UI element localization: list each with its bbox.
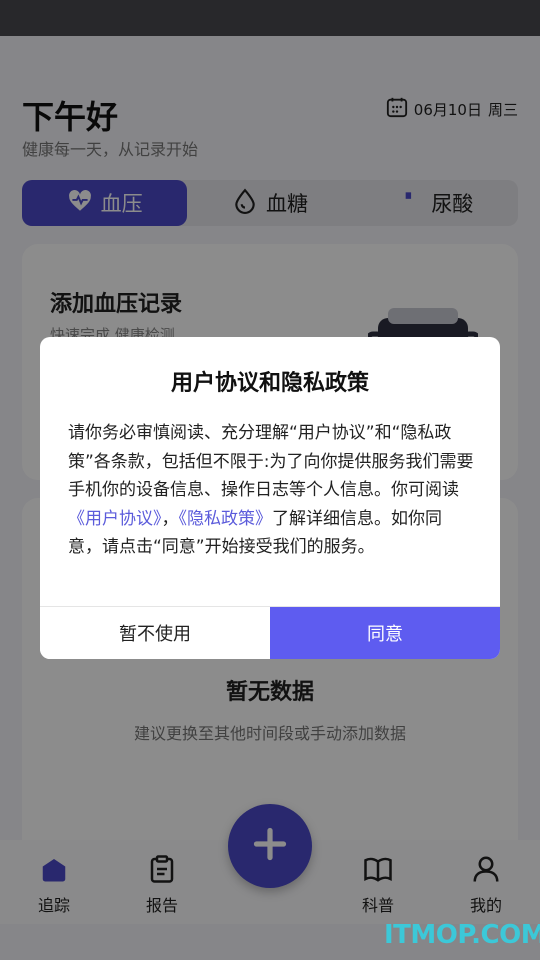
dialog-body-text: 请你务必审慎阅读、充分理解“用户协议”和“隐私政策”各条款，包括但不限于:为了向… — [68, 423, 474, 500]
dialog-separator: ， — [161, 508, 179, 529]
user-agreement-link[interactable]: 《用户协议》 — [68, 509, 162, 529]
watermark: ITMOP.COM — [384, 920, 540, 950]
agree-button[interactable]: 同意 — [270, 607, 500, 659]
privacy-dialog: 用户协议和隐私政策 请你务必审慎阅读、充分理解“用户协议”和“隐私政策”各条款，… — [40, 337, 500, 659]
privacy-policy-link[interactable]: 《隐私政策》 — [179, 509, 273, 529]
dialog-body: 请你务必审慎阅读、充分理解“用户协议”和“隐私政策”各条款，包括但不限于:为了向… — [68, 419, 474, 562]
decline-button[interactable]: 暂不使用 — [40, 607, 270, 659]
dialog-title: 用户协议和隐私政策 — [170, 371, 369, 396]
dialog-buttons: 暂不使用 同意 — [40, 606, 500, 659]
